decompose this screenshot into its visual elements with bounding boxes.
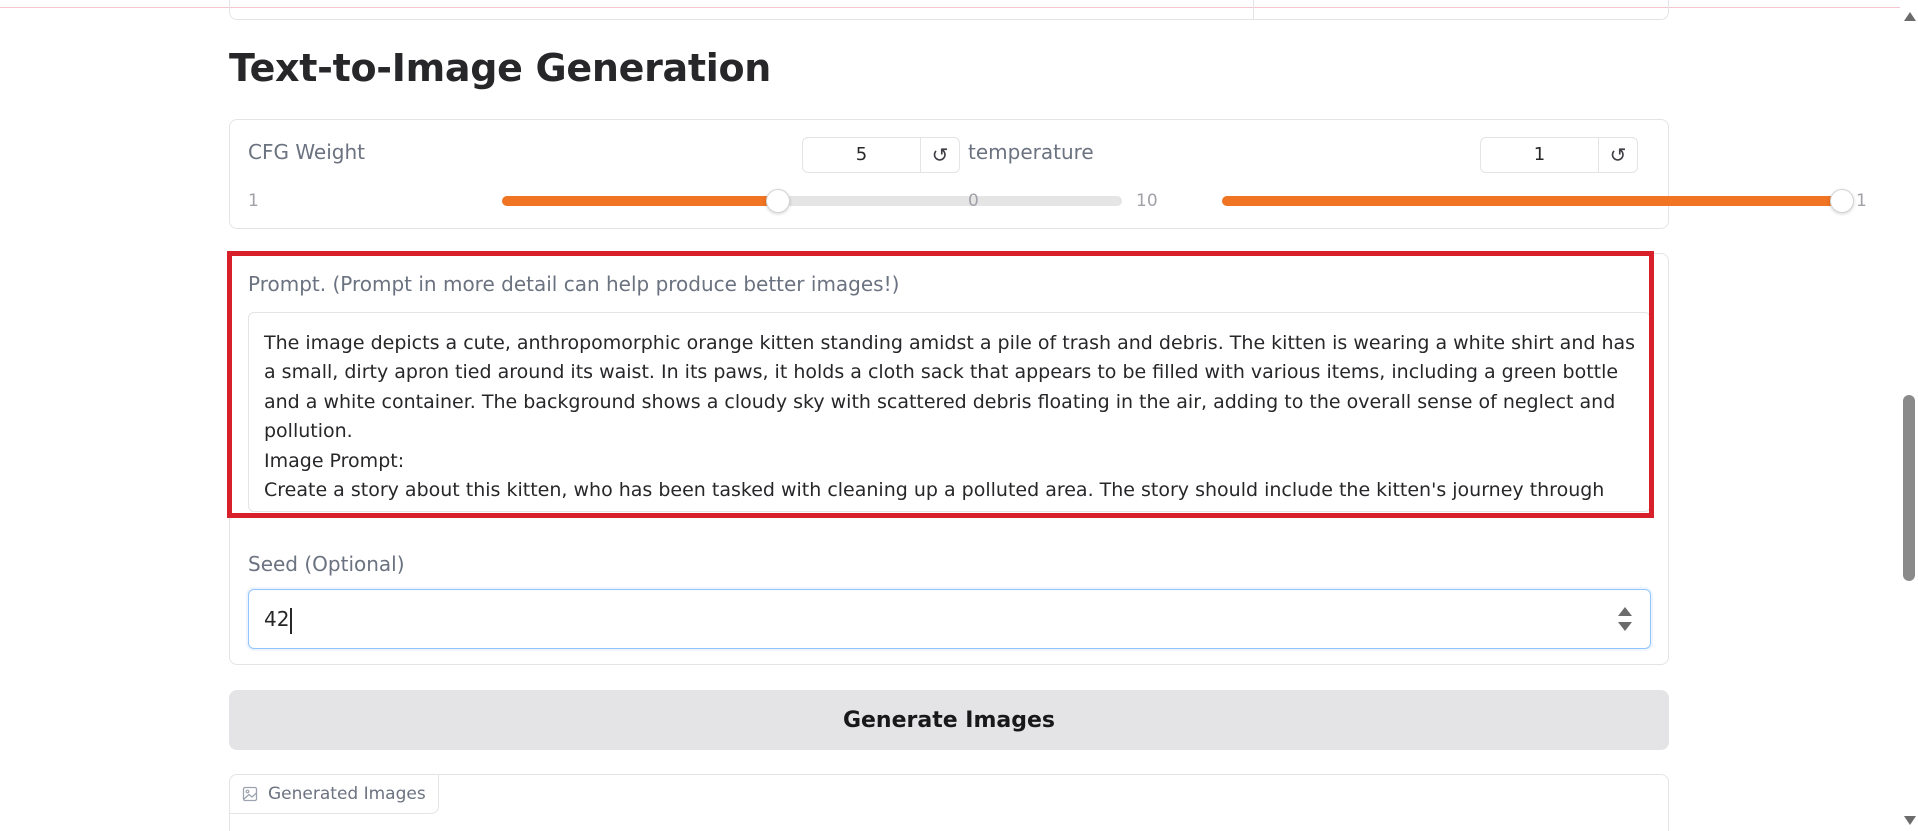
- generated-images-panel: Generated Images: [229, 774, 1669, 831]
- generate-images-button[interactable]: Generate Images: [229, 690, 1669, 750]
- section-title: Text-to-Image Generation: [229, 46, 772, 90]
- text-caret: [290, 607, 293, 634]
- page-scrollbar[interactable]: [1900, 0, 1918, 831]
- prompt-textarea[interactable]: The image depicts a cute, anthropomorphi…: [248, 312, 1651, 512]
- temperature-label: temperature: [968, 140, 1094, 164]
- seed-value: 42: [264, 607, 290, 631]
- seed-label: Seed (Optional): [248, 552, 405, 576]
- cfg-weight-number-box: 5 ↺: [802, 137, 960, 173]
- scroll-up-arrow-icon[interactable]: [1904, 12, 1916, 21]
- prompt-label: Prompt. (Prompt in more detail can help …: [248, 272, 900, 296]
- column-divider: [1253, 0, 1254, 19]
- app-page: Text-to-Image Generation CFG Weight 5 ↺ …: [0, 0, 1918, 831]
- scroll-down-arrow-icon[interactable]: [1904, 816, 1916, 825]
- cfg-weight-fill: [502, 196, 778, 206]
- prompt-form-panel: Prompt. (Prompt in more detail can help …: [229, 253, 1669, 665]
- slider-panel: CFG Weight 5 ↺ 1 10 temperature 1 ↺ 0 1: [229, 119, 1867, 229]
- temperature-thumb[interactable]: [1830, 189, 1854, 213]
- temperature-input[interactable]: 1: [1481, 138, 1599, 172]
- temperature-number-box: 1 ↺: [1480, 137, 1638, 173]
- image-icon: [242, 786, 258, 802]
- cfg-weight-thumb[interactable]: [765, 189, 790, 213]
- cfg-weight-min: 1: [248, 191, 259, 211]
- temperature-track[interactable]: [1222, 189, 1854, 213]
- temperature-max: 1: [1856, 191, 1867, 211]
- cfg-weight-reset-icon[interactable]: ↺: [921, 138, 959, 172]
- temperature-slider-group: temperature 1 ↺ 0 1: [968, 120, 1867, 228]
- previous-section-fragment: [229, 0, 1669, 20]
- number-spinner-icon[interactable]: [1616, 605, 1634, 633]
- cfg-weight-input[interactable]: 5: [803, 138, 921, 172]
- seed-value-wrap: 42: [264, 590, 293, 648]
- seed-input[interactable]: 42: [248, 589, 1651, 649]
- temperature-reset-icon[interactable]: ↺: [1599, 138, 1637, 172]
- temperature-fill: [1222, 196, 1842, 206]
- temperature-min: 0: [968, 191, 979, 211]
- cfg-weight-label: CFG Weight: [248, 140, 366, 164]
- scrollbar-thumb[interactable]: [1903, 395, 1915, 581]
- generated-images-tab[interactable]: Generated Images: [229, 774, 439, 814]
- generated-images-tab-label: Generated Images: [268, 784, 426, 804]
